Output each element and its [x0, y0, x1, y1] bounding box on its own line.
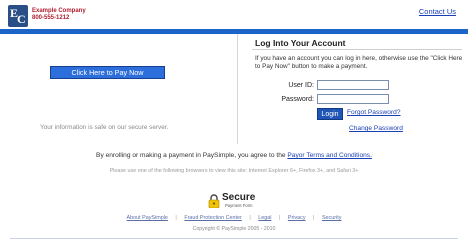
footer-link-about[interactable]: About PaySimple	[127, 215, 168, 221]
terms-link[interactable]: Payor Terms and Conditions.	[287, 152, 372, 159]
footer-separator: |	[249, 215, 251, 221]
agreement-sentence: By enrolling or making a payment in PayS…	[96, 152, 286, 159]
browser-note: Please use one of the following browsers…	[109, 168, 359, 174]
footer-link-security[interactable]: Security	[322, 215, 341, 221]
footer-separator: |	[313, 215, 315, 221]
login-title-rule	[252, 49, 462, 50]
contact-us-link[interactable]: Contact Us	[419, 7, 456, 16]
safe-server-note: Your information is safe on our secure s…	[40, 124, 169, 131]
user-id-label: User ID:	[288, 82, 314, 89]
copyright: Copyright © PaySimple 2005 - 2010	[192, 226, 276, 232]
company-phone: 800-555-1212	[32, 15, 70, 21]
login-description: If you have an account you can log in he…	[255, 55, 463, 70]
password-label: Password:	[281, 96, 314, 103]
login-title: Log Into Your Account	[255, 38, 346, 48]
secure-subtitle: Payment Form	[225, 203, 253, 208]
secure-payment-badge: Secure Payment Form	[208, 192, 268, 210]
footer-links: About PaySimple | Fraud Protection Cente…	[0, 215, 468, 221]
company-name: Example Company	[32, 8, 86, 14]
forgot-password-link[interactable]: Forgot Password?	[347, 109, 401, 116]
agreement-text: By enrolling or making a payment in PayS…	[0, 152, 468, 159]
change-password-link[interactable]: Change Password	[349, 125, 403, 132]
password-input[interactable]	[317, 94, 389, 104]
secure-title: Secure	[222, 192, 256, 203]
footer-separator: |	[278, 215, 281, 221]
login-button[interactable]: Login	[317, 108, 343, 120]
footer-separator: |	[175, 215, 177, 221]
user-id-input[interactable]	[317, 80, 389, 90]
login-panel: Log Into Your Account If you have an acc…	[237, 34, 468, 144]
footer-rule	[10, 238, 458, 239]
company-logo: E C	[8, 5, 28, 27]
page-header: E C Example Company 800-555-1212 Contact…	[0, 0, 468, 30]
pay-now-button[interactable]: Click Here to Pay Now	[50, 66, 165, 79]
logo-letter-bottom: C	[17, 12, 26, 26]
lock-icon	[208, 194, 220, 208]
company-info: Example Company 800-555-1212	[32, 8, 86, 22]
footer-link-privacy[interactable]: Privacy	[288, 215, 306, 221]
footer-link-fraud[interactable]: Fraud Protection Center	[184, 215, 242, 221]
footer-link-legal[interactable]: Legal	[258, 215, 271, 221]
